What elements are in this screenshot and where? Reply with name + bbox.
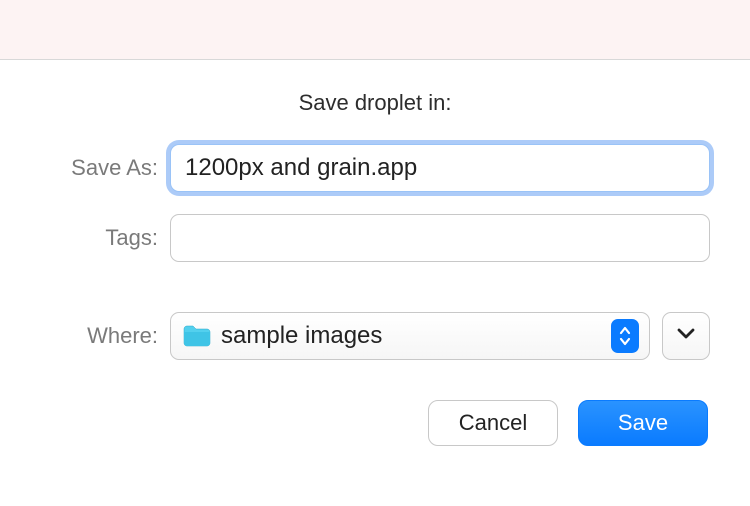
- save-as-row: Save As:: [40, 144, 710, 192]
- where-select-wrap: sample images: [170, 312, 710, 360]
- updown-stepper-icon: [611, 319, 639, 353]
- save-as-input[interactable]: [170, 144, 710, 192]
- tags-input-wrap: [170, 214, 710, 262]
- where-folder-select[interactable]: sample images: [170, 312, 650, 360]
- tags-label: Tags:: [40, 225, 170, 251]
- save-dialog: Save droplet in: Save As: Tags: Where: s…: [0, 60, 750, 446]
- save-as-input-wrap: [170, 144, 710, 192]
- where-row: Where: sample images: [40, 312, 710, 360]
- where-label: Where:: [40, 323, 170, 349]
- title-bar: [0, 0, 750, 60]
- cancel-button[interactable]: Cancel: [428, 400, 558, 446]
- tags-row: Tags:: [40, 214, 710, 262]
- dialog-title: Save droplet in:: [40, 90, 710, 116]
- tags-input[interactable]: [170, 214, 710, 262]
- save-button[interactable]: Save: [578, 400, 708, 446]
- expand-button[interactable]: [662, 312, 710, 360]
- folder-icon: [183, 325, 211, 347]
- button-row: Cancel Save: [40, 400, 710, 446]
- save-as-label: Save As:: [40, 155, 170, 181]
- where-folder-name: sample images: [221, 322, 611, 350]
- chevron-down-icon: [677, 327, 695, 345]
